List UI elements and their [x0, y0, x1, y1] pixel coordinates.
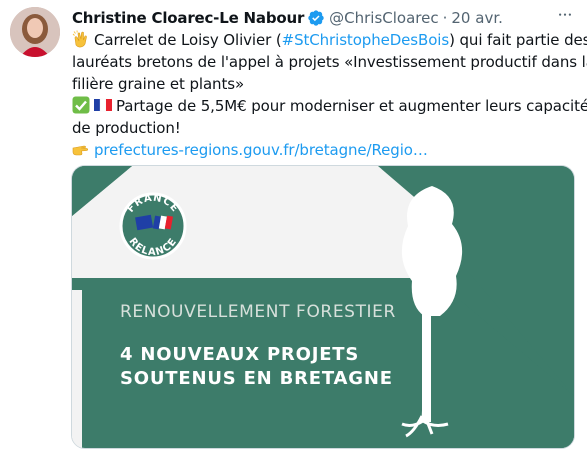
tweet-line-6: prefectures-regions.gouv.fr/bretagne/Reg… — [72, 139, 572, 161]
card-subheading-line-2: SOUTENUS EN BRETAGNE — [120, 368, 393, 389]
separator-dot: · — [442, 9, 448, 27]
clapping-hands-icon — [72, 30, 87, 48]
tweet-line-4: Partage de 5,5M€ pour moderniser et augm… — [72, 95, 587, 117]
check-mark-icon — [72, 96, 90, 114]
card-subheading-line-1: 4 NOUVEAUX PROJETS — [120, 344, 360, 365]
france-flag-icon — [94, 98, 112, 112]
author-handle[interactable]: @ChrisCloarec — [329, 9, 438, 27]
tweet-text: Carrelet de Loisy Olivier (#StChristophe… — [72, 29, 587, 161]
tweet-line1-post: ) qui fait partie des 4 — [449, 31, 587, 49]
tweet-line-1: Carrelet de Loisy Olivier (#StChristophe… — [72, 29, 587, 51]
author-name[interactable]: Christine Cloarec-Le Nabour — [72, 9, 304, 27]
verified-badge-icon — [307, 9, 325, 27]
tweet-date[interactable]: 20 avr. — [451, 9, 502, 27]
pointing-hand-icon — [72, 145, 89, 156]
tweet-line-2: lauréats bretons de l'appel à projets «I… — [72, 53, 587, 71]
link-preview-card[interactable]: FRANCE RELANCE RENOUVELLEMENT FORESTIER … — [71, 165, 575, 449]
hashtag-link[interactable]: #StChristopheDesBois — [282, 31, 450, 49]
tweet-line-3: filière graine et plants» — [72, 75, 245, 93]
more-options-icon[interactable] — [555, 6, 575, 26]
article-link[interactable]: prefectures-regions.gouv.fr/bretagne/Reg… — [94, 141, 428, 159]
tweet-line1-pre: Carrelet de Loisy Olivier ( — [94, 31, 282, 49]
tweet-line4-text: Partage de 5,5M€ pour moderniser et augm… — [116, 97, 587, 115]
author-avatar[interactable] — [10, 7, 60, 57]
france-relance-logo: FRANCE RELANCE — [119, 192, 187, 260]
card-heading: RENOUVELLEMENT FORESTIER — [120, 302, 396, 322]
tweet-line-5: de production! — [72, 119, 181, 137]
tweet-header: Christine Cloarec-Le Nabour @ChrisCloare… — [72, 7, 577, 29]
